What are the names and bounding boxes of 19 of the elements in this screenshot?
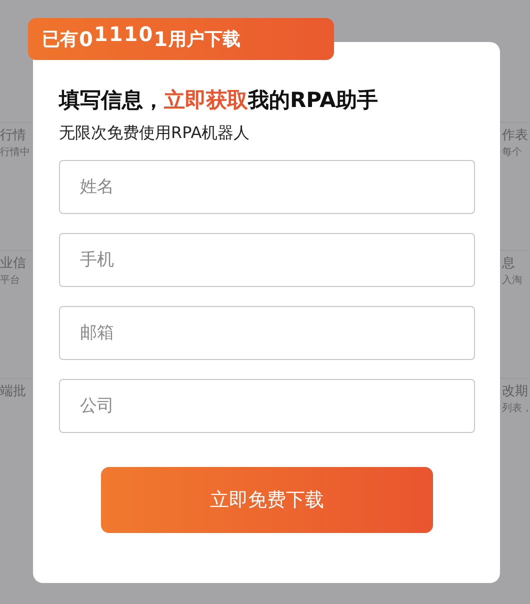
download-count-banner: 已有01 1 101用户下载 [28,18,334,60]
form-heading: 填写信息，立即获取我的RPA助手 [59,87,379,114]
form-subheading: 无限次免费使用RPA机器人 [59,123,251,144]
background-text: 息 [502,255,516,273]
input-field[interactable]: 姓名 [59,160,475,214]
background-text: 作表 [502,127,529,145]
background-text: 端批 [0,383,27,401]
input-field[interactable]: 公司 [59,379,475,433]
input-field[interactable]: 邮箱 [59,306,475,360]
download-button[interactable]: 立即免费下载 [101,467,433,533]
input-field[interactable]: 手机 [59,233,475,287]
background-text: 平台 [0,274,21,288]
background-text: 行情中 [0,146,31,160]
background-text: 行情 [0,127,27,145]
background-text: 业信 [0,255,27,273]
background-text: 入淘 [502,274,523,288]
background-text: 列表， [502,402,530,416]
background-text: 每个 [502,146,523,160]
background-text: 改期 [502,383,529,401]
